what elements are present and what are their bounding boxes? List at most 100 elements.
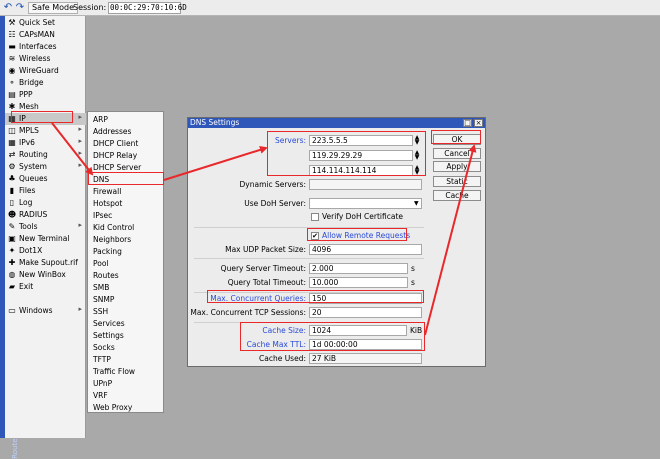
ip-menu-item-smb[interactable]: SMB	[93, 282, 109, 293]
sidebar-item-routing[interactable]: ⇄ Routing ▸	[5, 149, 86, 161]
seconds-unit: s	[411, 264, 415, 273]
dropdown-arrow-icon[interactable]: ▼	[414, 198, 419, 209]
sidebar-item-make-supout-rif[interactable]: ✚ Make Supout.rif	[5, 257, 86, 269]
servers-highlight-box	[267, 131, 426, 176]
sidebar-item-new-terminal[interactable]: ▣ New Terminal	[5, 233, 86, 245]
ip-menu-item-vrf[interactable]: VRF	[93, 390, 108, 401]
sidebar-item-files[interactable]: ▮ Files	[5, 185, 86, 197]
ip-menu-item-tftp[interactable]: TFTP	[93, 354, 111, 365]
top-toolbar: ↶ ↷ Safe Mode Session: 00:0C:29:70:10:6D	[0, 0, 660, 16]
sidebar-item-wireless[interactable]: ≋ Wireless	[5, 53, 86, 65]
allow-remote-highlight-box	[307, 228, 407, 241]
sidebar-item-label: Log	[19, 198, 33, 207]
verify-doh-checkbox[interactable]	[311, 213, 319, 221]
query-total-timeout-input[interactable]: 10.000	[309, 277, 408, 288]
sidebar-item-radius[interactable]: ☻ RADIUS	[5, 209, 86, 221]
wireless-icon: ≋	[8, 54, 16, 63]
close-icon[interactable]: ×	[474, 119, 483, 127]
dot1x-icon: ✦	[8, 246, 16, 255]
sidebar-item-label: New WinBox	[19, 270, 66, 279]
session-field[interactable]: 00:0C:29:70:10:6D	[108, 2, 187, 14]
sidebar-item-label: Tools	[19, 222, 38, 231]
ip-menu-item-routes[interactable]: Routes	[93, 270, 119, 281]
sidebar-item-log[interactable]: ▯ Log	[5, 197, 86, 209]
max-udp-input[interactable]: 4096	[309, 244, 422, 255]
redo-icon[interactable]: ↷	[14, 2, 26, 14]
sidebar-item-bridge[interactable]: ⚬ Bridge	[5, 77, 86, 89]
ip-menu-item-snmp[interactable]: SNMP	[93, 294, 114, 305]
use-doh-label: Use DoH Server:	[244, 199, 306, 208]
supout-icon: ✚	[8, 258, 16, 267]
ip-menu-item-kid-control[interactable]: Kid Control	[93, 222, 134, 233]
dns-titlebar[interactable]: DNS Settings □ ×	[188, 118, 485, 128]
ip-menu-item-neighbors[interactable]: Neighbors	[93, 234, 131, 245]
verify-doh-label: Verify DoH Certificate	[322, 212, 404, 221]
ip-menu-item-web-proxy[interactable]: Web Proxy	[93, 402, 132, 413]
cache-used-field: 27 KiB	[309, 353, 422, 364]
bridge-icon: ⚬	[8, 78, 16, 87]
ip-menu-item-dhcp-relay[interactable]: DHCP Relay	[93, 150, 137, 161]
sidebar-item-label: Interfaces	[19, 42, 57, 51]
capsman-icon: ☷	[8, 30, 16, 39]
sidebar-item-dot1x[interactable]: ✦ Dot1X	[5, 245, 86, 257]
ppp-icon: ▤	[8, 90, 16, 99]
winbox-icon: ◍	[8, 270, 16, 279]
sidebar-item-capsman[interactable]: ☷ CAPsMAN	[5, 29, 86, 41]
ip-menu-item-hotspot[interactable]: Hotspot	[93, 198, 122, 209]
submenu-arrow-icon: ▸	[78, 113, 82, 121]
query-server-timeout-input[interactable]: 2.000	[309, 263, 408, 274]
cancel-button[interactable]: Cancel	[433, 148, 481, 159]
sidebar-item-label: Files	[19, 186, 36, 195]
sidebar-item-mpls[interactable]: ◫ MPLS ▸	[5, 125, 86, 137]
safe-mode-button[interactable]: Safe Mode	[28, 2, 79, 14]
sidebar-item-label: IPv6	[19, 138, 35, 147]
sidebar-item-label: Wireless	[19, 54, 51, 63]
sidebar-item-label: Queues	[19, 174, 48, 183]
sidebar-item-tools[interactable]: ✎ Tools ▸	[5, 221, 86, 233]
sidebar-item-label: WireGuard	[19, 66, 59, 75]
sidebar-item-wireguard[interactable]: ◉ WireGuard	[5, 65, 86, 77]
ip-menu-item-socks[interactable]: Socks	[93, 342, 115, 353]
terminal-icon: ▣	[8, 234, 16, 243]
submenu-arrow-icon: ▸	[78, 221, 82, 229]
sidebar-item-new-winbox[interactable]: ◍ New WinBox	[5, 269, 86, 281]
cache-highlight-box	[240, 322, 425, 351]
submenu-arrow-icon: ▸	[78, 161, 82, 169]
ip-menu-item-ipsec[interactable]: IPsec	[93, 210, 112, 221]
cache-button[interactable]: Cache	[433, 190, 481, 201]
ip-menu-item-upnp[interactable]: UPnP	[93, 378, 112, 389]
ip-menu-item-pool[interactable]: Pool	[93, 258, 109, 269]
submenu-arrow-icon: ▸	[78, 305, 82, 313]
sidebar-item-label: Make Supout.rif	[19, 258, 78, 267]
exit-icon: ▰	[8, 282, 16, 291]
sidebar-item-interfaces[interactable]: ▬ Interfaces	[5, 41, 86, 53]
queues-icon: ♣	[8, 174, 16, 183]
max-tcp-input[interactable]: 20	[309, 307, 422, 318]
maximize-icon[interactable]: □	[463, 119, 472, 127]
ip-menu-item-traffic-flow[interactable]: Traffic Flow	[93, 366, 135, 377]
ip-menu-item-addresses[interactable]: Addresses	[93, 126, 131, 137]
session-label: Session:	[73, 3, 107, 12]
sidebar-item-windows[interactable]: ▭ Windows ▸	[5, 305, 86, 317]
ip-menu-item-ssh[interactable]: SSH	[93, 306, 108, 317]
ip-menu-item-services[interactable]: Services	[93, 318, 125, 329]
max-concurrent-highlight-box	[207, 290, 424, 303]
sidebar-item-ipv6[interactable]: ▦ IPv6 ▸	[5, 137, 86, 149]
ip-menu-item-arp[interactable]: ARP	[93, 114, 108, 125]
submenu-arrow-icon: ▸	[78, 137, 82, 145]
dynamic-servers-label: Dynamic Servers:	[239, 180, 307, 189]
sidebar-item-queues[interactable]: ♣ Queues	[5, 173, 86, 185]
ip-menu-item-packing[interactable]: Packing	[93, 246, 122, 257]
sidebar-item-exit[interactable]: ▰ Exit	[5, 281, 86, 293]
ipv6-icon: ▦	[8, 138, 16, 147]
ip-menu-item-dhcp-client[interactable]: DHCP Client	[93, 138, 138, 149]
ip-menu-item-firewall[interactable]: Firewall	[93, 186, 121, 197]
static-button[interactable]: Static	[433, 176, 481, 187]
sidebar-item-ppp[interactable]: ▤ PPP	[5, 89, 86, 101]
sidebar-item-quick-set[interactable]: ⚒ Quick Set	[5, 17, 86, 29]
apply-button[interactable]: Apply	[433, 161, 481, 172]
sidebar-item-system[interactable]: ⚙ System ▸	[5, 161, 86, 173]
ip-menu-item-settings[interactable]: Settings	[93, 330, 124, 341]
use-doh-input[interactable]	[309, 198, 422, 209]
undo-icon[interactable]: ↶	[2, 2, 14, 14]
